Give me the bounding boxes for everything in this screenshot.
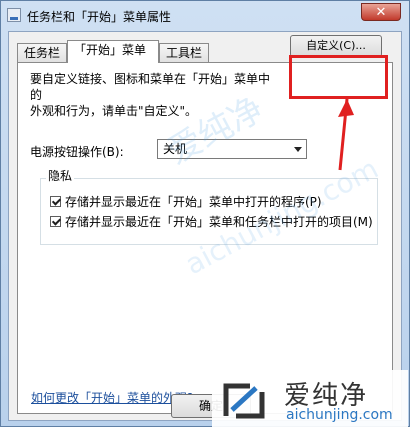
checkbox-checked-icon[interactable] (50, 196, 61, 207)
brand-url: aichunjing.com (286, 407, 393, 423)
power-button-label: 电源按钮操作(B): (30, 145, 124, 159)
customize-button[interactable]: 自定义(C)... (290, 35, 382, 57)
highlight-box (289, 55, 388, 99)
taskbar-app-icon (7, 8, 21, 22)
help-link[interactable]: 如何更改「开始」菜单的外观? (31, 389, 193, 406)
title-bar[interactable]: 任务栏和「开始」菜单属性 ✕ (1, 1, 409, 31)
privacy-title: 隐私 (46, 167, 75, 184)
tab-toolbars[interactable]: 工具栏 (159, 43, 209, 62)
privacy-checkbox-items[interactable]: 存储并显示最近在「开始」菜单和任务栏中打开的项目(M) (50, 213, 373, 230)
close-button[interactable]: ✕ (361, 3, 401, 21)
chevron-down-icon (294, 147, 302, 152)
tab-start-menu[interactable]: 「开始」菜单 (67, 40, 159, 63)
tab-taskbar[interactable]: 任务栏 (17, 43, 67, 62)
privacy-item-label: 存储并显示最近在「开始」菜单和任务栏中打开的项目(M) (65, 215, 373, 229)
brand-logo-icon (223, 383, 265, 419)
window-title: 任务栏和「开始」菜单属性 (27, 10, 172, 24)
brand-watermark: 爱纯净 aichunjing.com (212, 370, 408, 427)
checkbox-checked-icon[interactable] (50, 216, 61, 227)
